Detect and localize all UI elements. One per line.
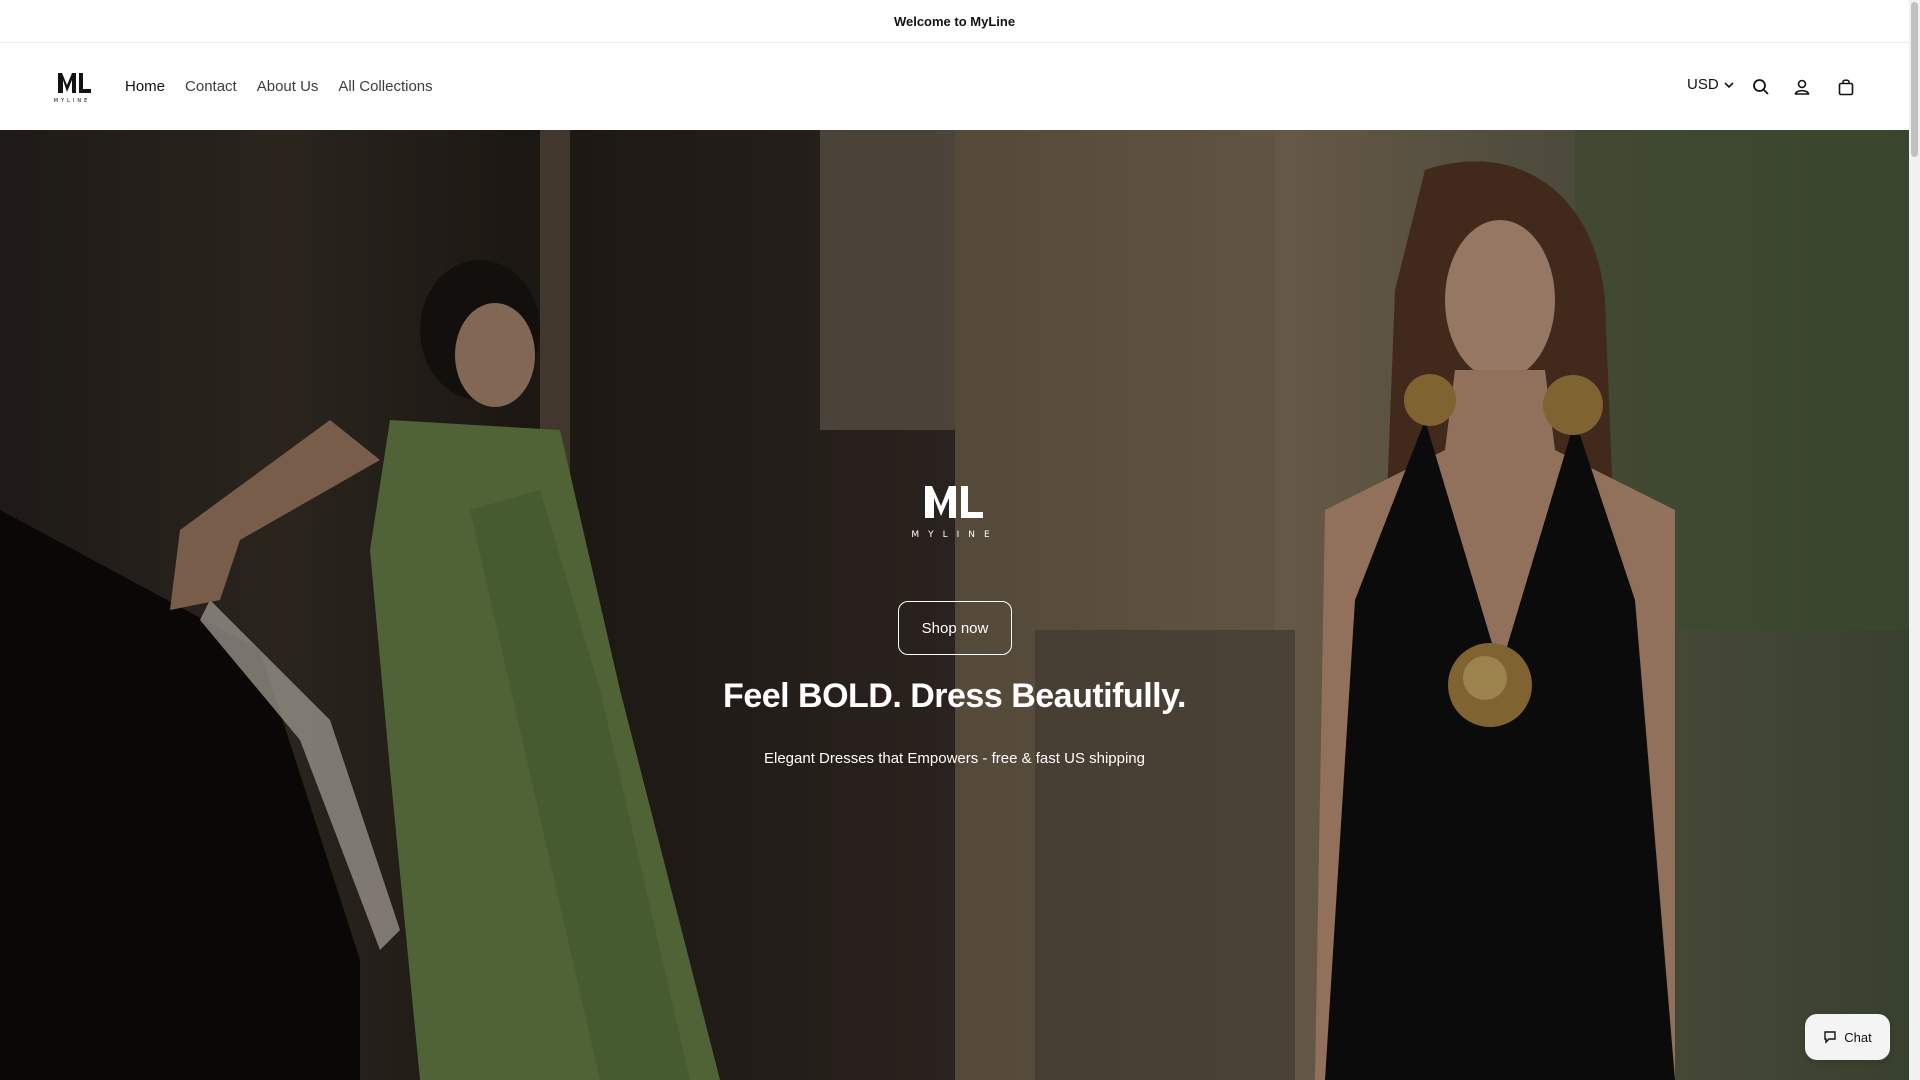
nav-contact[interactable]: Contact [185, 78, 237, 95]
announcement-bar: Welcome to MyLine [0, 0, 1909, 43]
scrollbar-thumb[interactable] [1911, 2, 1918, 157]
search-button[interactable] [1748, 74, 1774, 100]
chat-bubble-icon [1824, 1031, 1836, 1044]
nav-about-us[interactable]: About Us [257, 78, 319, 95]
page-scrollbar[interactable] [1909, 0, 1920, 1080]
account-button[interactable] [1789, 74, 1815, 100]
cart-button[interactable] [1833, 74, 1859, 100]
main-nav: Home Contact About Us All Collections [125, 43, 433, 130]
hero-title: Feel BOLD. Dress Beautifully. [723, 677, 1186, 715]
hero-banner: MYLINE Shop now Feel BOLD. Dress Beautif… [0, 130, 1909, 1080]
nav-home[interactable]: Home [125, 78, 165, 95]
hero-brand-logo: MYLINE [905, 480, 1005, 550]
currency-label: USD [1687, 76, 1719, 93]
search-icon [1753, 79, 1769, 95]
hero-subtitle: Elegant Dresses that Empowers - free & f… [763, 750, 1145, 767]
brand-logo[interactable]: MYLINE [48, 71, 96, 104]
shop-now-button[interactable]: Shop now [898, 601, 1012, 655]
cart-icon [1838, 79, 1854, 96]
account-icon [1794, 79, 1810, 95]
chat-button[interactable]: Chat [1805, 1014, 1890, 1060]
chevron-down-icon [1724, 81, 1734, 88]
currency-selector[interactable]: USD [1687, 76, 1735, 93]
site-header: MYLINE Home Contact About Us All Collect… [0, 43, 1909, 130]
chat-label: Chat [1844, 1029, 1872, 1045]
announcement-text: Welcome to MyLine [893, 13, 1016, 29]
nav-all-collections[interactable]: All Collections [338, 78, 432, 95]
svg-text:MYLINE: MYLINE [54, 98, 91, 103]
svg-text:MYLINE: MYLINE [911, 530, 998, 540]
